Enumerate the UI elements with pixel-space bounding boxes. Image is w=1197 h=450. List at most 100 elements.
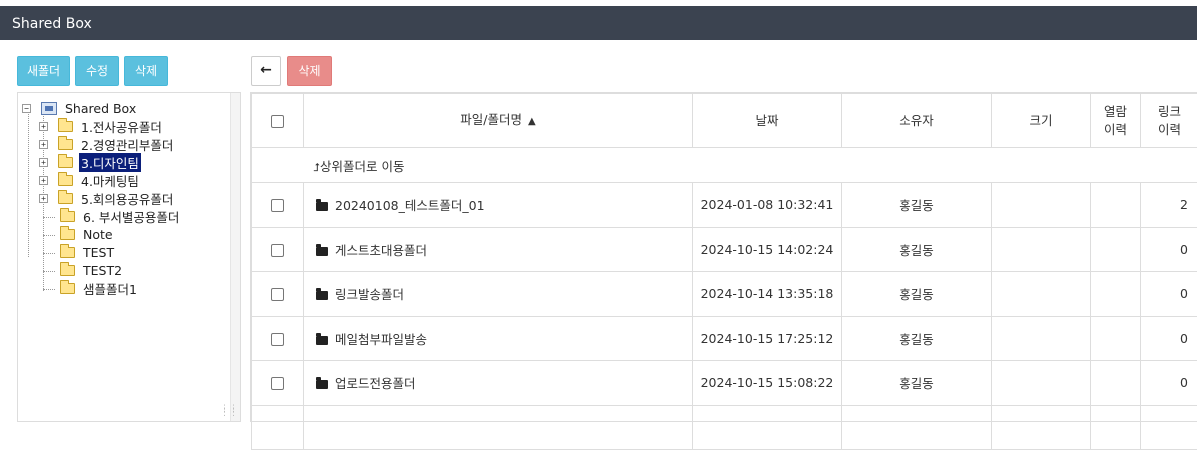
- row-date: 2024-01-08 10:32:41: [693, 183, 842, 228]
- folder-icon: [316, 336, 328, 345]
- row-link-history: [1141, 405, 1197, 450]
- row-name[interactable]: 20240108_테스트폴더_01: [335, 198, 485, 213]
- tree-item-label: Note: [81, 227, 115, 242]
- row-link-history: 0: [1141, 361, 1197, 406]
- row-name-cell[interactable]: 게스트초대용폴더: [304, 227, 693, 272]
- col-header-view-history[interactable]: 열람이력: [1091, 94, 1141, 148]
- row-name-cell: [304, 405, 693, 450]
- row-name-cell[interactable]: 업로드전용폴더: [304, 361, 693, 406]
- row-checkbox[interactable]: [271, 288, 284, 301]
- tree-root[interactable]: − Shared Box: [22, 99, 138, 117]
- back-arrow-icon: ←: [260, 62, 272, 78]
- tree-item-5[interactable]: + 5.회의용공유폴더: [39, 189, 175, 207]
- folder-icon: [60, 283, 75, 294]
- row-name-cell[interactable]: 20240108_테스트폴더_01: [304, 183, 693, 228]
- folder-icon: [58, 121, 73, 132]
- row-size: [992, 183, 1091, 228]
- shared-box-icon: [41, 102, 57, 115]
- row-link-history: 0: [1141, 227, 1197, 272]
- row-view-history: [1091, 272, 1141, 317]
- row-checkbox[interactable]: [271, 333, 284, 346]
- new-folder-button[interactable]: 새폴더: [17, 56, 70, 86]
- folder-icon: [316, 380, 328, 389]
- row-link-history: 0: [1141, 272, 1197, 317]
- row-checkbox[interactable]: [271, 199, 284, 212]
- table-row[interactable]: 메일첨부파일발송 2024-10-15 17:25:12 홍길동 0: [252, 316, 1197, 361]
- back-button[interactable]: ←: [251, 56, 281, 86]
- folder-icon: [60, 247, 75, 258]
- expand-icon[interactable]: +: [39, 122, 48, 131]
- table-row[interactable]: 업로드전용폴더 2024-10-15 15:08:22 홍길동 0: [252, 361, 1197, 406]
- tree-connector-line: [28, 111, 29, 257]
- row-size: [992, 272, 1091, 317]
- tree-scrollbar[interactable]: ⋮⋮⋮⋮: [230, 93, 240, 421]
- tree-item-4[interactable]: + 4.마케팅팀: [39, 171, 141, 189]
- collapse-icon[interactable]: −: [22, 104, 31, 113]
- folder-tree-panel: − Shared Box + 1.전사공유폴더 + 2.경영관리부폴더 + 3.…: [17, 92, 241, 422]
- row-select-cell: [252, 183, 304, 228]
- col-header-date[interactable]: 날짜: [693, 94, 842, 148]
- delete-files-button[interactable]: 삭제: [287, 56, 332, 86]
- select-all-checkbox[interactable]: [271, 115, 284, 128]
- row-owner: [842, 405, 992, 450]
- row-name-cell[interactable]: 링크발송폴더: [304, 272, 693, 317]
- row-owner: 홍길동: [842, 227, 992, 272]
- row-name[interactable]: 게스트초대용폴더: [335, 243, 427, 258]
- row-name[interactable]: 업로드전용폴더: [335, 376, 416, 391]
- col-header-owner[interactable]: 소유자: [842, 94, 992, 148]
- tree-item-3-selected[interactable]: + 3.디자인팀: [39, 153, 141, 171]
- app-title: Shared Box: [12, 16, 92, 32]
- expand-icon[interactable]: +: [39, 176, 48, 185]
- row-view-history: [1091, 316, 1141, 361]
- row-owner: 홍길동: [842, 272, 992, 317]
- tree-item-8[interactable]: TEST: [60, 243, 116, 261]
- tree-item-6[interactable]: 6. 부서별공용폴더: [60, 207, 181, 225]
- select-all-cell: [252, 94, 304, 148]
- tree-item-1[interactable]: + 1.전사공유폴더: [39, 117, 164, 135]
- parent-folder-row[interactable]: ⮥상위폴더로 이동: [252, 148, 1197, 183]
- folder-icon: [60, 229, 75, 240]
- row-date: 2024-10-15 17:25:12: [693, 316, 842, 361]
- tree-item-label: 5.회의용공유폴더: [79, 189, 175, 208]
- tree-item-label: 6. 부서별공용폴더: [81, 207, 181, 226]
- expand-icon[interactable]: +: [39, 158, 48, 167]
- row-select-cell: [252, 227, 304, 272]
- col-header-name[interactable]: 파일/폴더명 ▲: [304, 94, 693, 148]
- row-date: 2024-10-15 15:08:22: [693, 361, 842, 406]
- row-name[interactable]: 메일첨부파일발송: [335, 332, 427, 347]
- row-date: [693, 405, 842, 450]
- row-size: [992, 227, 1091, 272]
- view-history-line1: 열람: [1104, 104, 1127, 119]
- row-date: 2024-10-14 13:35:18: [693, 272, 842, 317]
- row-name[interactable]: 링크발송폴더: [335, 287, 404, 302]
- folder-icon: [316, 291, 328, 300]
- col-header-link-history[interactable]: 링크이력: [1141, 94, 1197, 148]
- row-view-history: [1091, 405, 1141, 450]
- row-view-history: [1091, 183, 1141, 228]
- tree-item-2[interactable]: + 2.경영관리부폴더: [39, 135, 175, 153]
- resize-grip-icon[interactable]: ⋮⋮⋮⋮: [220, 407, 238, 415]
- row-name-cell[interactable]: 메일첨부파일발송: [304, 316, 693, 361]
- table-row[interactable]: 20240108_테스트폴더_01 2024-01-08 10:32:41 홍길…: [252, 183, 1197, 228]
- sort-asc-icon: ▲: [528, 116, 536, 127]
- tree-item-label: 2.경영관리부폴더: [79, 135, 175, 154]
- tree-item-label: 샘플폴더1: [81, 279, 139, 298]
- expand-icon[interactable]: +: [39, 140, 48, 149]
- row-size: [992, 361, 1091, 406]
- row-checkbox[interactable]: [271, 244, 284, 257]
- tree-item-7[interactable]: Note: [60, 225, 115, 243]
- folder-icon: [58, 139, 73, 150]
- table-row[interactable]: 게스트초대용폴더 2024-10-15 14:02:24 홍길동 0: [252, 227, 1197, 272]
- delete-folder-button[interactable]: 삭제: [124, 56, 168, 86]
- go-up-link[interactable]: ⮥상위폴더로 이동: [304, 148, 1197, 183]
- row-link-history[interactable]: 2: [1141, 183, 1197, 228]
- table-row[interactable]: 링크발송폴더 2024-10-14 13:35:18 홍길동 0: [252, 272, 1197, 317]
- col-header-size[interactable]: 크기: [992, 94, 1091, 148]
- tree-item-10[interactable]: 샘플폴더1: [60, 279, 139, 297]
- row-checkbox[interactable]: [271, 377, 284, 390]
- tree-item-9[interactable]: TEST2: [60, 261, 124, 279]
- folder-icon: [316, 247, 328, 256]
- tree-item-label: 4.마케팅팀: [79, 171, 141, 190]
- expand-icon[interactable]: +: [39, 194, 48, 203]
- edit-button[interactable]: 수정: [75, 56, 119, 86]
